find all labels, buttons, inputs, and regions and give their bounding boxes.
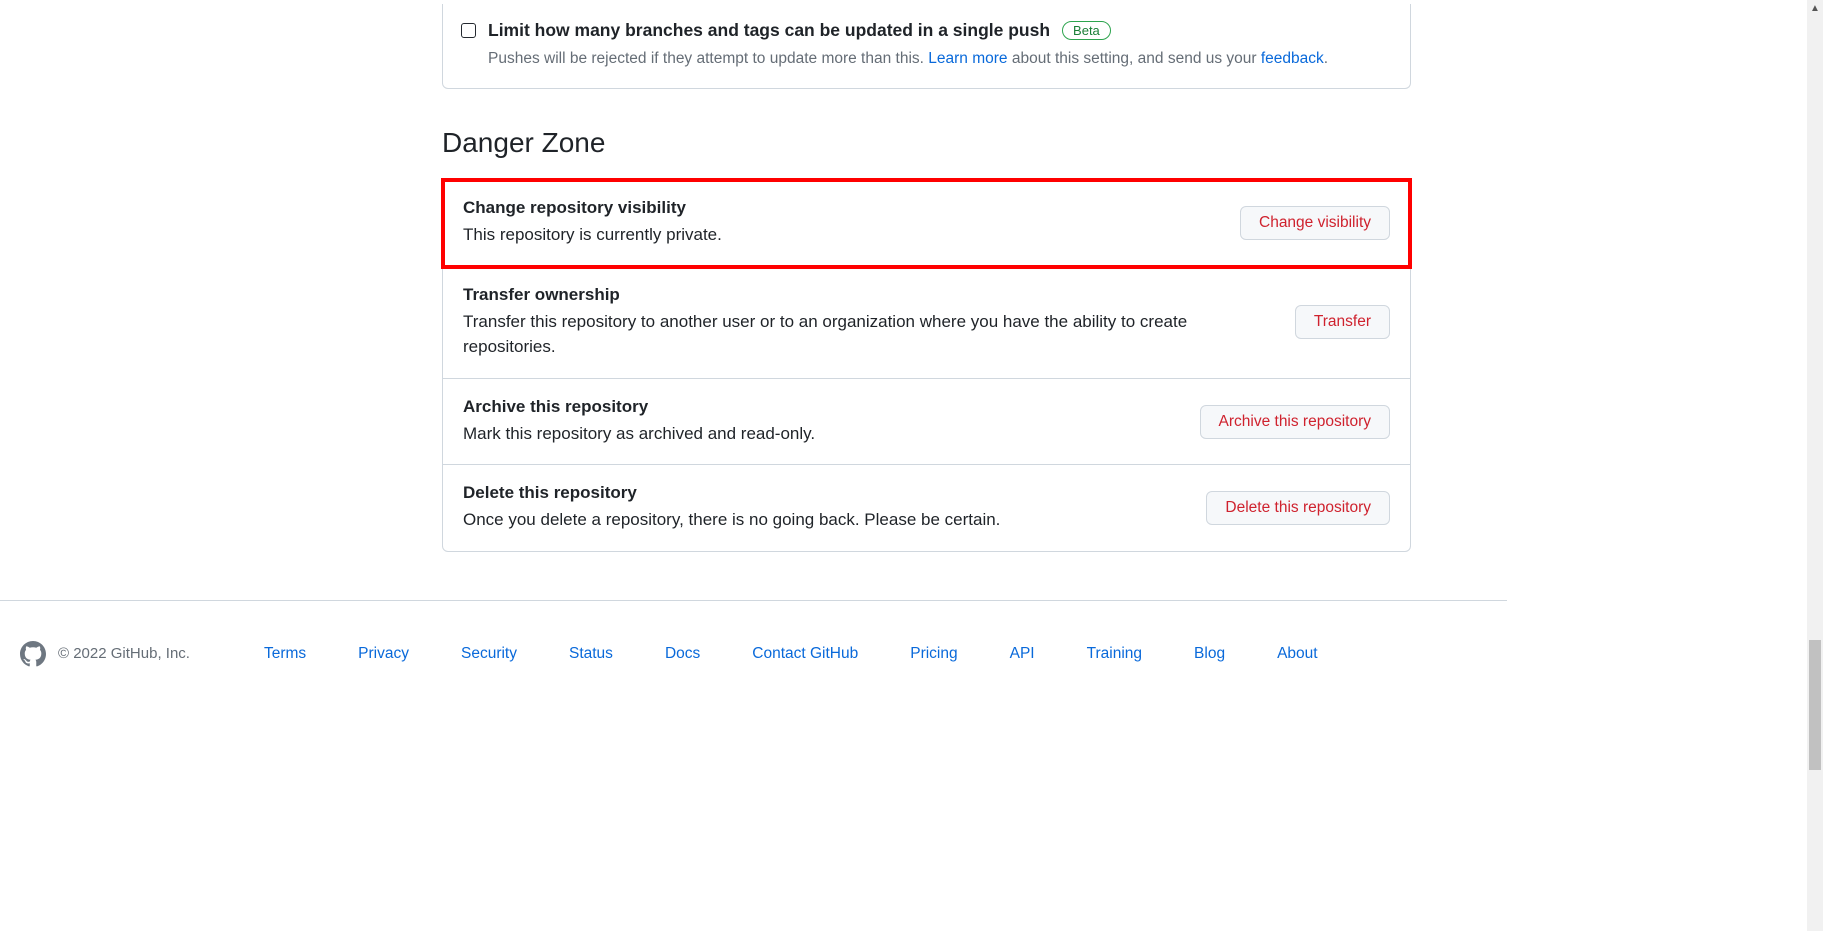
limit-push-title: Limit how many branches and tags can be … (488, 20, 1050, 41)
footer-copyright: © 2022 GitHub, Inc. (58, 645, 190, 662)
footer-link-api[interactable]: API (1010, 645, 1035, 663)
danger-desc: This repository is currently private. (463, 222, 1220, 248)
footer-link-security[interactable]: Security (461, 645, 517, 663)
danger-desc: Transfer this repository to another user… (463, 309, 1275, 360)
footer-link-terms[interactable]: Terms (264, 645, 306, 663)
danger-title: Delete this repository (463, 483, 1186, 503)
danger-desc: Once you delete a repository, there is n… (463, 507, 1186, 533)
vertical-scrollbar[interactable]: ▲ (1807, 0, 1823, 931)
danger-row-transfer: Transfer ownership Transfer this reposit… (443, 267, 1410, 379)
footer-link-status[interactable]: Status (569, 645, 613, 663)
footer-link-training[interactable]: Training (1087, 645, 1142, 663)
limit-push-description: Pushes will be rejected if they attempt … (488, 47, 1392, 70)
scroll-up-arrow-icon[interactable]: ▲ (1807, 0, 1823, 16)
danger-desc: Mark this repository as archived and rea… (463, 421, 1180, 447)
danger-row-delete: Delete this repository Once you delete a… (443, 465, 1410, 551)
page-footer: © 2022 GitHub, Inc. Terms Privacy Securi… (0, 601, 1507, 707)
danger-row-archive: Archive this repository Mark this reposi… (443, 379, 1410, 466)
footer-link-pricing[interactable]: Pricing (910, 645, 957, 663)
push-limit-card: Limit how many branches and tags can be … (442, 4, 1411, 89)
transfer-button[interactable]: Transfer (1295, 305, 1390, 339)
danger-title: Change repository visibility (463, 198, 1220, 218)
footer-link-contact[interactable]: Contact GitHub (752, 645, 858, 663)
danger-zone-box: Change repository visibility This reposi… (442, 179, 1411, 552)
danger-zone-heading: Danger Zone (442, 127, 1411, 159)
footer-link-docs[interactable]: Docs (665, 645, 700, 663)
archive-button[interactable]: Archive this repository (1200, 405, 1390, 439)
danger-title: Transfer ownership (463, 285, 1275, 305)
limit-push-checkbox[interactable] (461, 23, 476, 38)
learn-more-link[interactable]: Learn more (928, 50, 1007, 67)
footer-link-blog[interactable]: Blog (1194, 645, 1225, 663)
danger-row-change-visibility: Change repository visibility This reposi… (443, 180, 1410, 267)
change-visibility-button[interactable]: Change visibility (1240, 206, 1390, 240)
beta-badge: Beta (1062, 21, 1111, 40)
footer-link-privacy[interactable]: Privacy (358, 645, 409, 663)
danger-title: Archive this repository (463, 397, 1180, 417)
scrollbar-thumb[interactable] (1809, 640, 1821, 770)
feedback-link[interactable]: feedback (1261, 50, 1324, 67)
github-logo-icon[interactable] (20, 641, 46, 667)
footer-link-about[interactable]: About (1277, 645, 1318, 663)
delete-button[interactable]: Delete this repository (1206, 491, 1390, 525)
